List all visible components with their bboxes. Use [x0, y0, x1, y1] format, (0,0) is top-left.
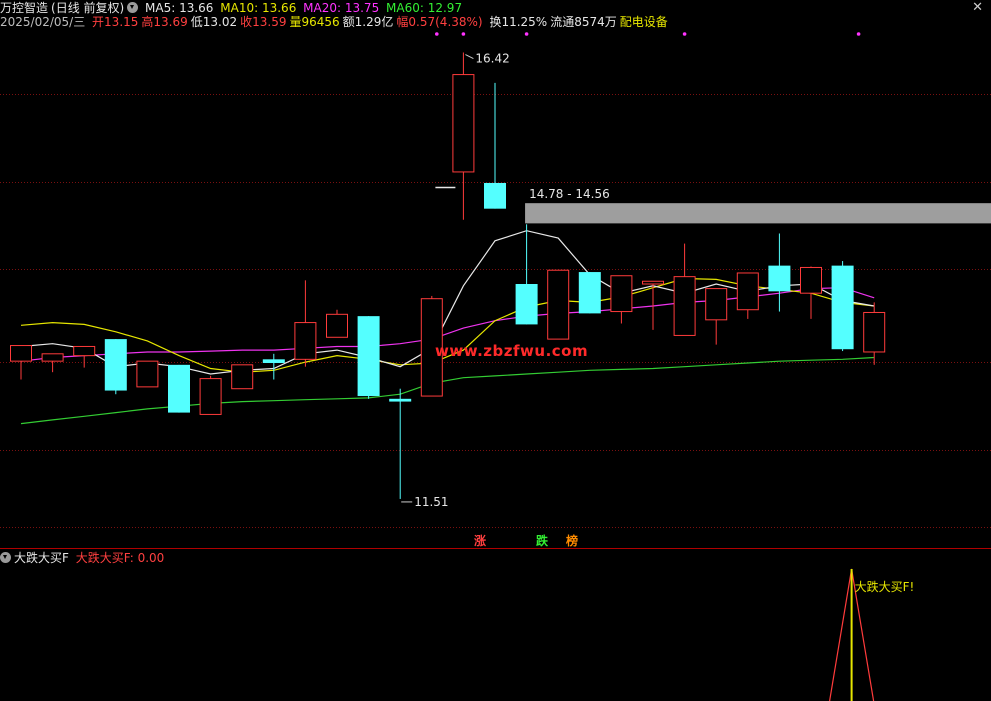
candle-up: [736, 272, 759, 311]
candle-down: [389, 398, 412, 402]
event-dot: [856, 32, 861, 36]
candle-down: [104, 339, 127, 391]
candle-up: [673, 276, 696, 336]
header-row-2: 2025/02/05/三 开13.15 高13.69 低13.02 收13.59 量96…: [0, 14, 671, 30]
close-value: 收13.59: [240, 15, 287, 29]
open-value: 开13.15: [92, 15, 139, 29]
high-value: 高13.69: [141, 15, 188, 29]
signal-label: 大跌大买F!: [855, 579, 915, 594]
event-dot: [524, 32, 529, 36]
tag-down[interactable]: 跌: [536, 532, 548, 549]
candle-up: [705, 288, 728, 321]
candle-up: [41, 353, 64, 362]
close-icon[interactable]: ✕: [972, 0, 983, 15]
watermark-text: www.zbzfwu.com: [435, 342, 589, 360]
candle-up: [326, 313, 348, 338]
candle-down: [168, 364, 190, 413]
tag-rank[interactable]: 榜: [566, 532, 578, 549]
candle-down: [578, 272, 601, 314]
ma60-value: MA60: 12.97: [386, 1, 463, 15]
event-dot: [461, 32, 466, 36]
event-dot: [682, 32, 687, 36]
indicator-chart[interactable]: 大跌大买F!: [0, 549, 991, 701]
candle-down: [484, 182, 506, 209]
candlestick-chart[interactable]: 14.78 - 14.56 16.42 11.51: [0, 32, 991, 548]
candle-down: [831, 265, 854, 350]
turnover-value: 换11.25%: [489, 15, 548, 29]
sector-value[interactable]: 配电设备: [620, 15, 668, 29]
candle-up: [452, 74, 475, 173]
period-label[interactable]: (日线 前复权): [51, 1, 124, 15]
candle-up: [136, 360, 159, 388]
dropdown-icon[interactable]: [127, 2, 139, 13]
tag-up[interactable]: 涨: [474, 532, 486, 549]
change-value: 幅0.57(4.38%): [396, 15, 483, 29]
candle-up: [863, 311, 886, 353]
candle-down: [515, 284, 538, 325]
amount-value: 额1.29亿: [342, 15, 394, 29]
candle-up: [10, 345, 32, 362]
candle-down: [357, 316, 380, 397]
float-value: 流通8574万: [550, 15, 617, 29]
high-arrow: [465, 54, 474, 59]
candle-down: [262, 359, 285, 363]
high-label: 16.42: [475, 52, 509, 66]
candle-up: [642, 280, 664, 285]
ma10-value: MA10: 13.66: [220, 1, 297, 15]
candle-up: [231, 364, 254, 390]
candle-down: [768, 265, 791, 292]
resistance-zone: [525, 203, 991, 224]
candle-up: [610, 275, 633, 313]
candle-up: [294, 322, 317, 360]
low-label: 11.51: [414, 495, 448, 509]
candle-up: [199, 378, 222, 415]
ma20-value: MA20: 13.75: [303, 1, 380, 15]
candle-up: [547, 269, 570, 340]
stock-name[interactable]: 万控智造: [0, 1, 48, 15]
volume-value: 量96456: [289, 15, 340, 29]
ma5-value: MA5: 13.66: [145, 1, 214, 15]
candle-up: [73, 345, 96, 357]
event-dot: [435, 32, 439, 36]
zone-label: 14.78 - 14.56: [529, 187, 610, 201]
low-value: 低13.02: [190, 15, 238, 29]
date-label: 2025/02/05/三: [0, 15, 86, 29]
candle-up: [800, 266, 822, 294]
